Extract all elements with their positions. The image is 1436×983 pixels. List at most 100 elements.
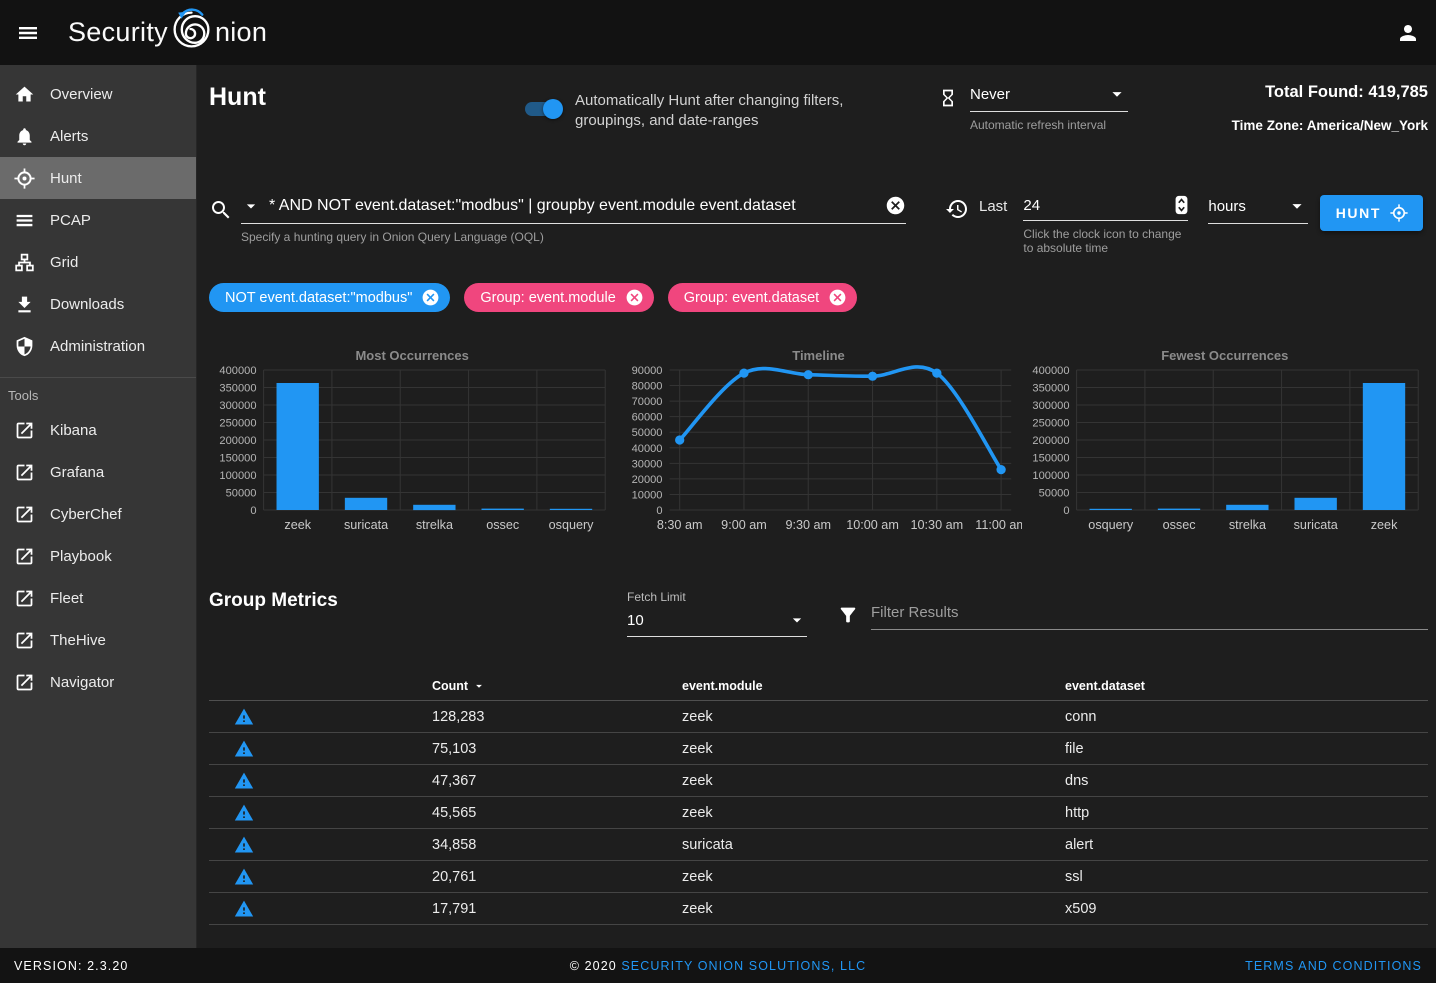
table-row[interactable]: 128,283 zeek conn	[209, 701, 1428, 733]
svg-text:0: 0	[250, 505, 256, 517]
bar-chart-canvas[interactable]: 0500001000001500002000002500003000003500…	[1022, 364, 1428, 536]
cell-module: zeek	[529, 901, 914, 917]
filter-icon	[837, 604, 859, 626]
sidebar-item-alerts[interactable]: Alerts	[0, 115, 196, 157]
table-row[interactable]: 34,858 suricata alert	[209, 829, 1428, 861]
terms-link[interactable]: TERMS AND CONDITIONS	[1245, 959, 1422, 973]
range-unit-select[interactable]: hours	[1208, 195, 1308, 224]
warning-icon[interactable]	[234, 835, 254, 855]
history-icon[interactable]	[945, 197, 969, 221]
range-hint: Click the clock icon to change to absolu…	[1023, 227, 1193, 255]
hamburger-menu-icon[interactable]	[0, 21, 56, 45]
cell-module: zeek	[529, 709, 914, 725]
table-header-row: Count event.module event.dataset	[209, 671, 1428, 701]
sidebar-tool-item-fleet[interactable]: Fleet	[0, 577, 196, 619]
svg-text:100000: 100000	[1032, 470, 1069, 482]
svg-text:50000: 50000	[1038, 488, 1069, 500]
sidebar-item-administration[interactable]: Administration	[0, 325, 196, 367]
hunt-button[interactable]: HUNT	[1320, 195, 1423, 231]
query-row: * AND NOT event.dataset:"modbus" | group…	[209, 195, 1428, 255]
table-row[interactable]: 45,565 zeek http	[209, 797, 1428, 829]
sidebar-tool-item-grafana[interactable]: Grafana	[0, 451, 196, 493]
footer: VERSION: 2.3.20 © 2020 SECURITY ONION SO…	[0, 948, 1436, 983]
sidebar: Overview Alerts Hunt PCAP Grid	[0, 65, 197, 948]
svg-text:350000: 350000	[219, 383, 256, 395]
warning-icon[interactable]	[234, 739, 254, 759]
table-row[interactable]: 17,791 zeek x509	[209, 893, 1428, 925]
sidebar-tool-item-navigator[interactable]: Navigator	[0, 661, 196, 703]
external-link-icon	[14, 588, 35, 609]
auto-hunt-toggle[interactable]	[525, 99, 561, 119]
home-icon	[14, 84, 35, 105]
column-header-module[interactable]: event.module	[529, 679, 914, 693]
refresh-interval-value: Never	[970, 86, 1010, 103]
total-found-value: 419,785	[1368, 83, 1428, 101]
charts-row: Most Occurrences 05000010000015000020000…	[209, 348, 1428, 536]
chip-remove-icon[interactable]	[421, 288, 440, 307]
svg-text:20000: 20000	[632, 474, 663, 486]
timezone-label: Time Zone:	[1232, 118, 1304, 133]
chevron-down-icon	[787, 610, 807, 630]
filter-chip-label: NOT event.dataset:"modbus"	[225, 290, 412, 306]
refresh-interval-select[interactable]: Never	[970, 83, 1128, 112]
query-history-chevron-icon[interactable]	[241, 196, 261, 216]
auto-hunt-caption: Automatically Hunt after changing filter…	[575, 91, 875, 132]
warning-icon[interactable]	[234, 899, 254, 919]
search-icon[interactable]	[209, 198, 233, 222]
hunt-button-label: HUNT	[1336, 205, 1381, 221]
brand-text-left: Security	[68, 17, 168, 48]
query-input[interactable]: * AND NOT event.dataset:"modbus" | group…	[269, 197, 877, 215]
sidebar-tool-item-thehive[interactable]: TheHive	[0, 619, 196, 661]
svg-text:11:00 am: 11:00 am	[976, 518, 1022, 532]
table-row[interactable]: 47,367 zeek dns	[209, 765, 1428, 797]
chip-remove-icon[interactable]	[828, 288, 847, 307]
table-row[interactable]: 20,761 zeek ssl	[209, 861, 1428, 893]
range-value-input[interactable]: 24	[1023, 197, 1040, 214]
group-metrics-title: Group Metrics	[209, 590, 627, 612]
sidebar-item-downloads[interactable]: Downloads	[0, 283, 196, 325]
filter-chip-group: event.dataset[interactable]: Group: event.dataset	[668, 283, 857, 312]
sidebar-item-label: PCAP	[50, 212, 91, 229]
sidebar-item-overview[interactable]: Overview	[0, 73, 196, 115]
svg-text:400000: 400000	[219, 365, 256, 377]
cell-dataset: alert	[914, 837, 1428, 853]
filter-chip-group: event.module[interactable]: Group: event.module	[464, 283, 653, 312]
sidebar-item-label: Downloads	[50, 296, 124, 313]
svg-text:100000: 100000	[219, 470, 256, 482]
warning-icon[interactable]	[234, 803, 254, 823]
copyright-text: © 2020 SECURITY ONION SOLUTIONS, LLC	[570, 959, 867, 973]
warning-icon[interactable]	[234, 707, 254, 727]
fetch-limit-select[interactable]: 10	[627, 610, 807, 637]
chip-remove-icon[interactable]	[625, 288, 644, 307]
crosshair-icon	[14, 168, 35, 189]
clock-spinner-icon[interactable]	[1175, 195, 1188, 215]
warning-icon[interactable]	[234, 867, 254, 887]
warning-icon[interactable]	[234, 771, 254, 791]
filter-chip-not event.dataset:"modbus"[interactable]: NOT event.dataset:"modbus"	[209, 283, 450, 312]
copyright-link[interactable]: SECURITY ONION SOLUTIONS, LLC	[621, 959, 866, 973]
svg-text:10:00 am: 10:00 am	[847, 518, 900, 532]
svg-text:ossec: ossec	[486, 518, 519, 532]
table-row[interactable]: 75,103 zeek file	[209, 733, 1428, 765]
user-account-icon[interactable]	[1396, 21, 1420, 45]
sidebar-item-pcap[interactable]: PCAP	[0, 199, 196, 241]
svg-text:ossec: ossec	[1162, 518, 1195, 532]
sidebar-item-hunt[interactable]: Hunt	[0, 157, 196, 199]
sidebar-item-grid[interactable]: Grid	[0, 241, 196, 283]
column-header-count[interactable]: Count	[432, 679, 486, 693]
bar-chart-canvas[interactable]: 0500001000001500002000002500003000003500…	[209, 364, 615, 536]
line-chart-canvas[interactable]: 0100002000030000400005000060000700008000…	[615, 364, 1021, 536]
sidebar-tool-item-kibana[interactable]: Kibana	[0, 409, 196, 451]
svg-text:30000: 30000	[632, 458, 663, 470]
svg-text:50000: 50000	[632, 427, 663, 439]
sidebar-tool-label: Kibana	[50, 422, 97, 439]
sidebar-tool-item-cyberchef[interactable]: CyberChef	[0, 493, 196, 535]
column-header-dataset[interactable]: event.dataset	[914, 679, 1428, 693]
svg-text:10000: 10000	[632, 489, 663, 501]
filter-results-input[interactable]: Filter Results	[871, 604, 1428, 630]
chart-title: Timeline	[615, 348, 1021, 364]
chart-most-occurrences: Most Occurrences 05000010000015000020000…	[209, 348, 615, 536]
sidebar-tool-item-playbook[interactable]: Playbook	[0, 535, 196, 577]
timezone-value: America/New_York	[1307, 118, 1428, 133]
query-clear-icon[interactable]	[885, 195, 906, 216]
